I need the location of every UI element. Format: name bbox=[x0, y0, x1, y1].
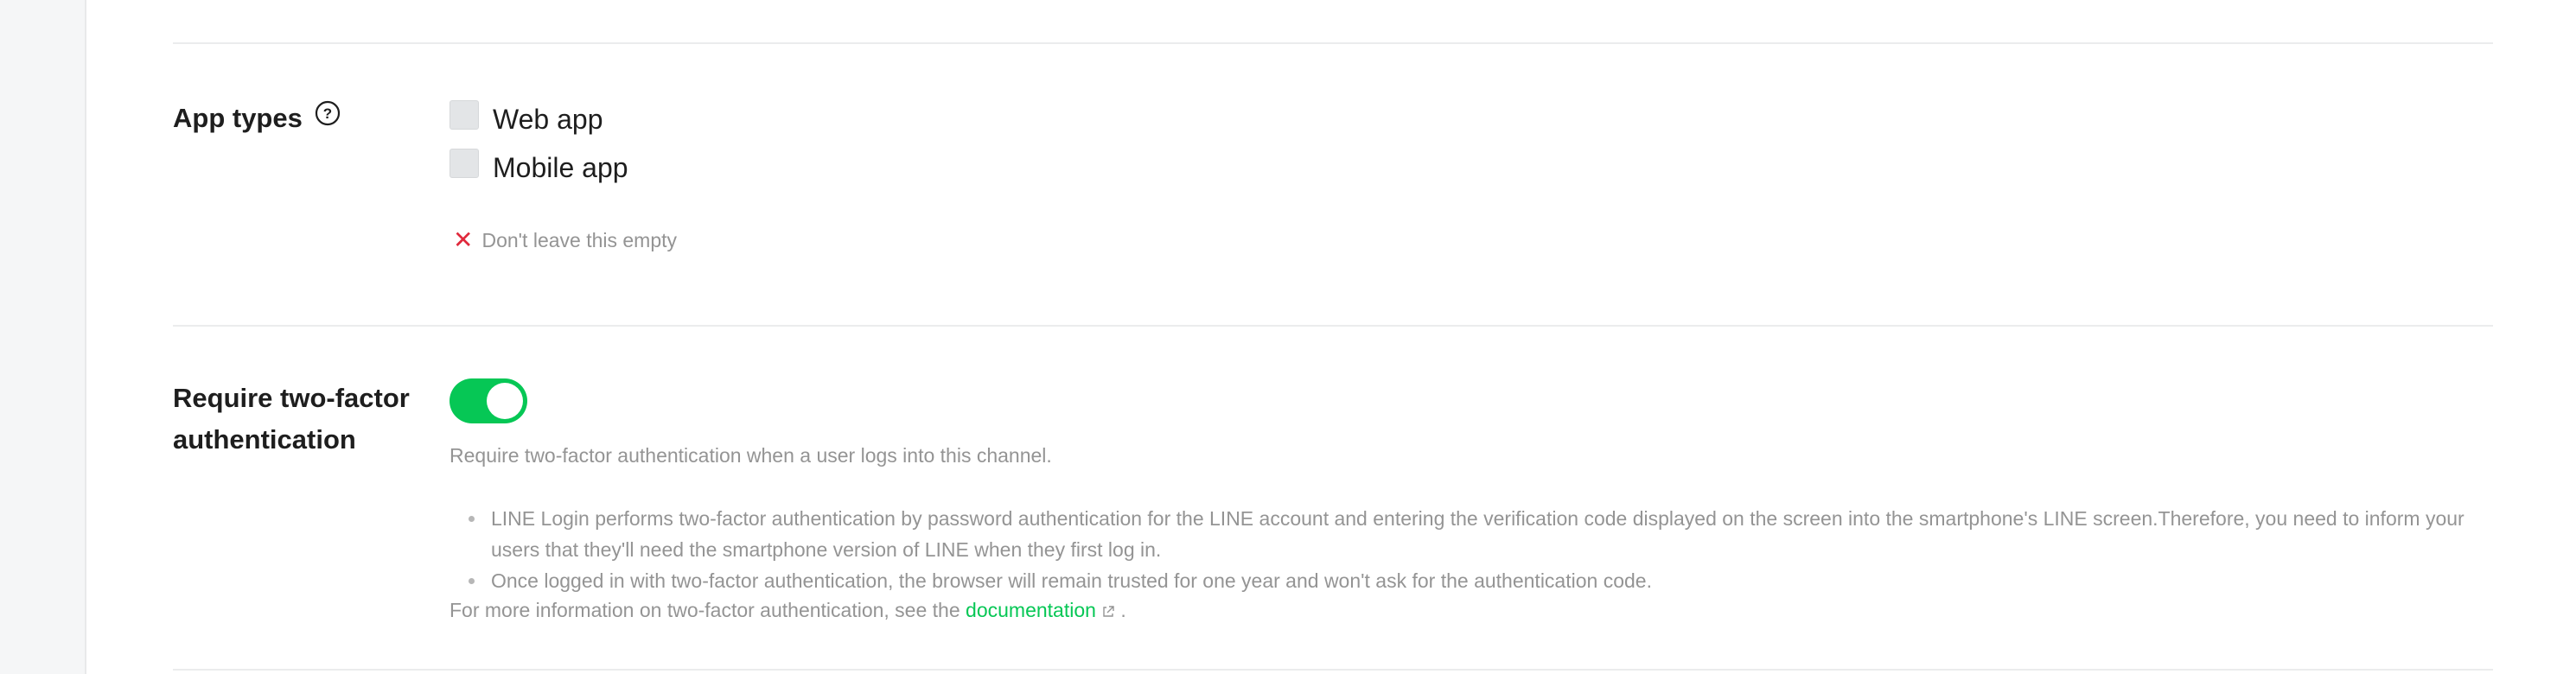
two-factor-description: Require two-factor authentication when a… bbox=[450, 444, 1052, 467]
section-divider bbox=[173, 325, 2493, 327]
app-types-label: App types bbox=[173, 103, 303, 133]
left-sidebar bbox=[0, 0, 86, 674]
two-factor-label-line2: authentication bbox=[173, 424, 356, 455]
documentation-link-label: documentation bbox=[966, 599, 1096, 621]
error-message: Don't leave this empty bbox=[481, 228, 678, 251]
more-info-suffix: . bbox=[1120, 599, 1126, 621]
list-item: LINE Login performs two-factor authentic… bbox=[469, 503, 2505, 565]
web-app-label: Web app bbox=[493, 104, 603, 135]
external-link-icon bbox=[1101, 596, 1115, 627]
help-icon[interactable]: ? bbox=[315, 97, 341, 138]
error-x-icon: ✕ bbox=[453, 226, 474, 253]
list-item: Once logged in with two-factor authentic… bbox=[469, 565, 2505, 596]
web-app-option[interactable]: Web app bbox=[450, 99, 603, 136]
mobile-app-checkbox[interactable] bbox=[450, 148, 479, 178]
web-app-checkbox[interactable] bbox=[450, 99, 479, 130]
mobile-app-label: Mobile app bbox=[493, 152, 628, 183]
two-factor-toggle[interactable] bbox=[450, 378, 527, 423]
more-info-line: For more information on two-factor authe… bbox=[450, 595, 1126, 627]
mobile-app-option[interactable]: Mobile app bbox=[450, 148, 628, 184]
section-divider bbox=[173, 42, 2493, 44]
svg-text:?: ? bbox=[323, 105, 332, 122]
documentation-link[interactable]: documentation bbox=[966, 599, 1115, 621]
more-info-text: For more information on two-factor authe… bbox=[450, 599, 960, 621]
app-types-section-label: App types ? bbox=[173, 98, 341, 139]
validation-error: ✕ Don't leave this empty bbox=[453, 228, 677, 252]
two-factor-section-label: Require two-factor authentication bbox=[173, 378, 410, 461]
toggle-knob bbox=[487, 383, 523, 419]
two-factor-label-line1: Require two-factor bbox=[173, 383, 410, 413]
section-divider bbox=[173, 669, 2493, 671]
two-factor-notes: LINE Login performs two-factor authentic… bbox=[450, 503, 2505, 596]
